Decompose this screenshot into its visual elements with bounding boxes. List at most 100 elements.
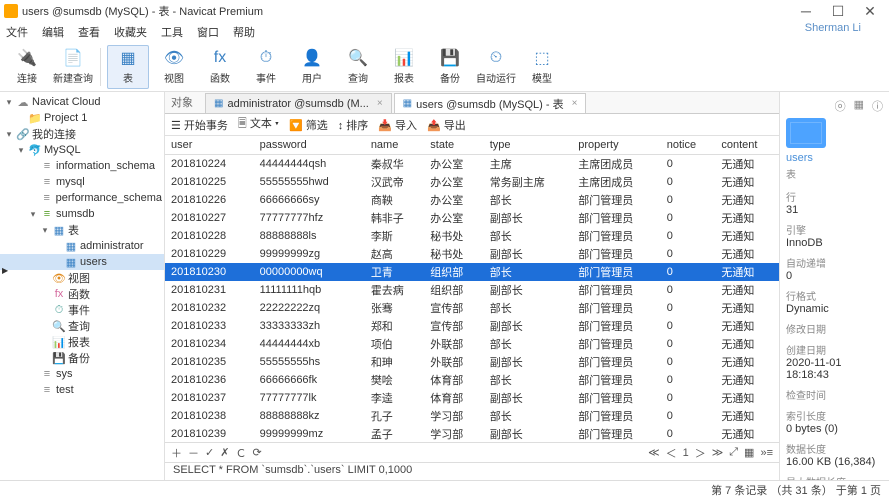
expand-icon[interactable]: ▾: [16, 145, 26, 156]
cell[interactable]: 201810229: [165, 245, 254, 263]
tree-performance_schema[interactable]: ≡performance_schema: [0, 190, 164, 206]
subtool-item[interactable]: 🔽 筛选: [289, 117, 328, 133]
cell[interactable]: 李斯: [365, 227, 424, 245]
cell[interactable]: 55555555hs: [254, 353, 365, 371]
cell[interactable]: 办公室: [424, 191, 483, 209]
props-oid-icon[interactable]: ⓞ: [835, 98, 846, 114]
tree-报表[interactable]: 📊报表: [0, 334, 164, 350]
grid-btn[interactable]: ✗: [220, 446, 229, 459]
cell[interactable]: 0: [661, 389, 716, 407]
cell[interactable]: 0: [661, 154, 716, 173]
tree-备份[interactable]: 💾备份: [0, 350, 164, 366]
cell[interactable]: 201810228: [165, 227, 254, 245]
cell[interactable]: 副部长: [484, 353, 573, 371]
cell[interactable]: 77777777lk: [254, 389, 365, 407]
cell[interactable]: 学习部: [424, 425, 483, 443]
table-row[interactable]: 20181022999999999zg赵高秘书处副部长部门管理员0无通知: [165, 245, 779, 263]
subtool-item[interactable]: 📤 导出: [427, 117, 466, 133]
cell[interactable]: 部长: [484, 407, 573, 425]
tab-close-icon[interactable]: ×: [377, 98, 383, 109]
minimize-button[interactable]: ─: [791, 2, 821, 20]
tree-mysql[interactable]: ≡mysql: [0, 174, 164, 190]
tree-users[interactable]: ▦users: [0, 254, 164, 270]
cell[interactable]: 201810239: [165, 425, 254, 443]
cell[interactable]: 体育部: [424, 389, 483, 407]
col-user[interactable]: user: [165, 136, 254, 154]
cell[interactable]: 李逵: [365, 389, 424, 407]
cell[interactable]: 201810234: [165, 335, 254, 353]
tree-test[interactable]: ≡test: [0, 382, 164, 398]
cell[interactable]: 宣传部: [424, 299, 483, 317]
cell[interactable]: 无通知: [715, 353, 779, 371]
toolbar-模型[interactable]: ⬚模型: [521, 45, 563, 89]
cell[interactable]: 部门管理员: [572, 335, 661, 353]
cell[interactable]: 部门管理员: [572, 425, 661, 443]
cell[interactable]: 201810237: [165, 389, 254, 407]
expand-icon[interactable]: ▾: [4, 97, 14, 108]
table-row[interactable]: 20181023777777777lk李逵体育部副部长部门管理员0无通知: [165, 389, 779, 407]
cell[interactable]: 201810227: [165, 209, 254, 227]
cell[interactable]: 无通知: [715, 407, 779, 425]
cell[interactable]: 秘书处: [424, 245, 483, 263]
table-row[interactable]: 20181023222222222zq张骞宣传部部长部门管理员0无通知: [165, 299, 779, 317]
cell[interactable]: 201810232: [165, 299, 254, 317]
grid-nav[interactable]: ≪: [648, 446, 660, 459]
cell[interactable]: 韩非子: [365, 209, 424, 227]
menu-编辑[interactable]: 编辑: [42, 24, 64, 40]
cell[interactable]: 部长: [484, 191, 573, 209]
cell[interactable]: 无通知: [715, 335, 779, 353]
col-notice[interactable]: notice: [661, 136, 716, 154]
cell[interactable]: 201810238: [165, 407, 254, 425]
maximize-button[interactable]: ☐: [823, 2, 853, 20]
cell[interactable]: 0: [661, 281, 716, 299]
cell[interactable]: 0: [661, 245, 716, 263]
props-info-icon[interactable]: ⓘ: [872, 98, 883, 114]
tree-事件[interactable]: ⏱事件: [0, 302, 164, 318]
cell[interactable]: 汉武帝: [365, 173, 424, 191]
cell[interactable]: 部门管理员: [572, 407, 661, 425]
cell[interactable]: 无通知: [715, 154, 779, 173]
menu-工具[interactable]: 工具: [161, 24, 183, 40]
toolbar-用户[interactable]: 👤用户: [291, 45, 333, 89]
cell[interactable]: 宣传部: [424, 317, 483, 335]
grid-nav[interactable]: ＜: [666, 445, 677, 461]
cell[interactable]: 88888888kz: [254, 407, 365, 425]
cell[interactable]: 部门管理员: [572, 371, 661, 389]
grid-btn[interactable]: ✓: [205, 446, 214, 459]
cell[interactable]: 201810236: [165, 371, 254, 389]
cell[interactable]: 孔子: [365, 407, 424, 425]
cell[interactable]: 学习部: [424, 407, 483, 425]
toolbar-新建查询[interactable]: 📄新建查询: [52, 45, 94, 89]
cell[interactable]: 部门管理员: [572, 281, 661, 299]
cell[interactable]: 66666666sy: [254, 191, 365, 209]
col-type[interactable]: type: [484, 136, 573, 154]
cell[interactable]: 部长: [484, 371, 573, 389]
cell[interactable]: 44444444qsh: [254, 154, 365, 173]
cell[interactable]: 部长: [484, 263, 573, 281]
cell[interactable]: 无通知: [715, 209, 779, 227]
toolbar-连接[interactable]: 🔌连接: [6, 45, 48, 89]
cell[interactable]: 无通知: [715, 263, 779, 281]
tree-sumsdb[interactable]: ▾≡sumsdb: [0, 206, 164, 222]
tab-close-icon[interactable]: ×: [572, 98, 578, 109]
col-name[interactable]: name: [365, 136, 424, 154]
menu-收藏夹[interactable]: 收藏夹: [114, 24, 147, 40]
tree-Navicat Cloud[interactable]: ▾☁Navicat Cloud: [0, 94, 164, 110]
cell[interactable]: 项伯: [365, 335, 424, 353]
col-state[interactable]: state: [424, 136, 483, 154]
cell[interactable]: 201810225: [165, 173, 254, 191]
table-row[interactable]: 20181022888888888ls李斯秘书处部长部门管理员0无通知: [165, 227, 779, 245]
cell[interactable]: 副部长: [484, 389, 573, 407]
cell[interactable]: 0: [661, 299, 716, 317]
cell[interactable]: 部门管理员: [572, 245, 661, 263]
cell[interactable]: 22222222zq: [254, 299, 365, 317]
subtool-item[interactable]: 📥 导入: [378, 117, 417, 133]
cell[interactable]: 副部长: [484, 425, 573, 443]
tree-information_schema[interactable]: ≡information_schema: [0, 158, 164, 174]
cell[interactable]: 部门管理员: [572, 299, 661, 317]
grid-nav[interactable]: ⤢: [729, 446, 738, 459]
cell[interactable]: 99999999zg: [254, 245, 365, 263]
grid-btn[interactable]: Ｃ: [235, 445, 246, 461]
cell[interactable]: 组织部: [424, 263, 483, 281]
table-row[interactable]: 20181022444444444qsh秦叔华办公室主席主席团成员0无通知: [165, 154, 779, 173]
